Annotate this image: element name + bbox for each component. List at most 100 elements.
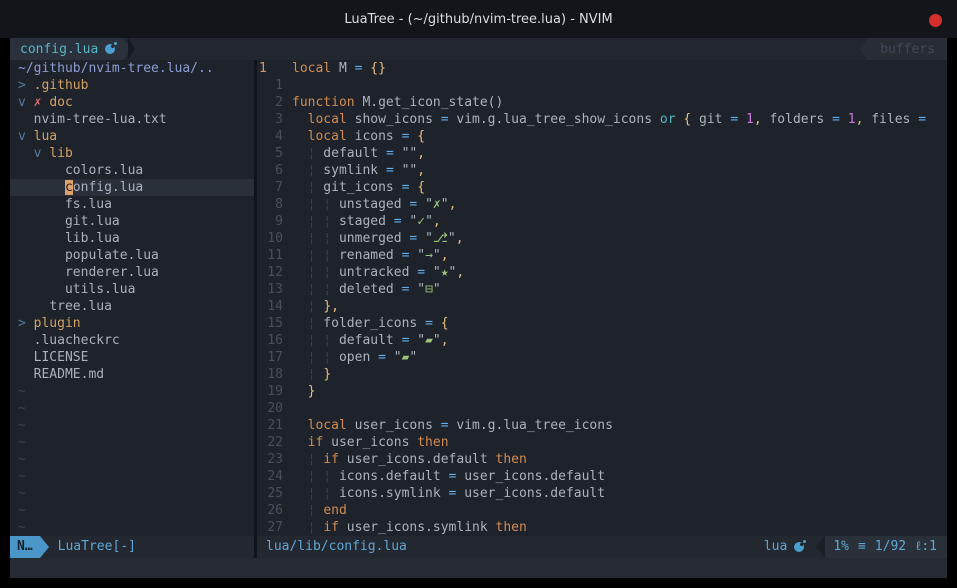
- file-name: LICENSE: [34, 350, 89, 365]
- line-number: 11: [257, 247, 283, 264]
- chevron-right-icon[interactable]: >: [18, 316, 26, 331]
- code-text: ¦ ¦ deleted = "⊟": [292, 281, 441, 298]
- empty-buffer-line: ~: [10, 400, 254, 417]
- tree-root-path[interactable]: ~/github/nvim-tree.lua/..: [10, 60, 254, 77]
- tree-buffer-name: LuaTree[-]: [49, 536, 136, 558]
- statusline: N… LuaTree[-] lua/lib/config.lua lua 1% …: [10, 536, 947, 558]
- tree-item-lib.lua[interactable]: lib.lua: [10, 230, 254, 247]
- tilde-marker: ~: [18, 520, 26, 535]
- lines-icon: ≡: [858, 536, 866, 558]
- tree-item-populate.lua[interactable]: populate.lua: [10, 247, 254, 264]
- code-text: local M = {}: [292, 60, 386, 77]
- code-text: ¦ ¦ untracked = "★",: [292, 264, 464, 281]
- code-line[interactable]: 25 ¦ ¦ icons.symlink = user_icons.defaul…: [257, 485, 947, 502]
- code-text: function M.get_icon_state(): [292, 94, 503, 111]
- chevron-right-icon[interactable]: >: [18, 78, 26, 93]
- code-line[interactable]: 18 ¦ }: [257, 366, 947, 383]
- line-number: 15: [257, 315, 283, 332]
- code-line[interactable]: 13 ¦ ¦ deleted = "⊟": [257, 281, 947, 298]
- command-line[interactable]: [10, 558, 947, 578]
- code-line[interactable]: 16 ¦ ¦ default = "▰",: [257, 332, 947, 349]
- empty-buffer-line: ~: [10, 417, 254, 434]
- tree-item-renderer.lua[interactable]: renderer.lua: [10, 264, 254, 281]
- tree-item-lib[interactable]: v lib: [10, 145, 254, 162]
- code-line[interactable]: 6 ¦ symlink = "",: [257, 162, 947, 179]
- tree-item-LICENSE[interactable]: LICENSE: [10, 349, 254, 366]
- chevron-down-icon[interactable]: v: [18, 129, 26, 144]
- line-number: 14: [257, 298, 283, 315]
- code-line[interactable]: 23 ¦ if user_icons.default then: [257, 451, 947, 468]
- folder-name: doc: [49, 95, 72, 110]
- tree-item-nvim-tree-lua.txt[interactable]: nvim-tree-lua.txt: [10, 111, 254, 128]
- code-line[interactable]: 9 ¦ ¦ staged = "✓",: [257, 213, 947, 230]
- code-line[interactable]: 4 local icons = {: [257, 128, 947, 145]
- code-line[interactable]: 21 local user_icons = vim.g.lua_tree_ico…: [257, 417, 947, 434]
- tilde-marker: ~: [18, 486, 26, 501]
- tree-item-plugin[interactable]: > plugin: [10, 315, 254, 332]
- code-text: if user_icons then: [292, 434, 449, 451]
- tree-item-utils.lua[interactable]: utils.lua: [10, 281, 254, 298]
- empty-buffer-line: ~: [10, 434, 254, 451]
- line-number: 1: [257, 77, 283, 94]
- cursor: c: [65, 180, 73, 195]
- code-line[interactable]: 12 ¦ ¦ untracked = "★",: [257, 264, 947, 281]
- file-name: onfig.lua: [73, 180, 143, 195]
- close-window-button[interactable]: [929, 14, 942, 27]
- tree-item-colors.lua[interactable]: colors.lua: [10, 162, 254, 179]
- code-line[interactable]: 5 ¦ default = "",: [257, 145, 947, 162]
- code-line[interactable]: 20: [257, 400, 947, 417]
- code-line[interactable]: 8 ¦ ¦ unstaged = "✗",: [257, 196, 947, 213]
- tree-item-git.lua[interactable]: git.lua: [10, 213, 254, 230]
- folder-name: lib: [49, 146, 72, 161]
- code-editor-panel: 1local M = {}12function M.get_icon_state…: [257, 60, 947, 536]
- tree-item-config.lua[interactable]: config.lua: [10, 179, 254, 196]
- buffers-section[interactable]: buffers: [859, 38, 947, 60]
- code-text: ¦ ¦ icons.symlink = user_icons.default: [292, 485, 605, 502]
- code-line[interactable]: 17 ¦ ¦ open = "▰": [257, 349, 947, 366]
- code-line[interactable]: 15 ¦ folder_icons = {: [257, 315, 947, 332]
- code-line[interactable]: 27 ¦ if user_icons.symlink then: [257, 519, 947, 536]
- tree-item-doc[interactable]: v ✗ doc: [10, 94, 254, 111]
- code-text: ¦ end: [292, 502, 347, 519]
- code-line[interactable]: 11 ¦ ¦ renamed = "→",: [257, 247, 947, 264]
- tree-item-.luacheckrc[interactable]: .luacheckrc: [10, 332, 254, 349]
- code-line[interactable]: 3 local show_icons = vim.g.lua_tree_show…: [257, 111, 947, 128]
- code-line[interactable]: 19 }: [257, 383, 947, 400]
- buffers-label: buffers: [868, 38, 947, 60]
- folder-name: .github: [34, 78, 89, 93]
- line-number: 22: [257, 434, 283, 451]
- file-name: .luacheckrc: [34, 333, 120, 348]
- code-text: ¦ symlink = "",: [292, 162, 425, 179]
- code-line[interactable]: 14 ¦ },: [257, 298, 947, 315]
- code-line[interactable]: 10 ¦ ¦ unmerged = "⎇",: [257, 230, 947, 247]
- file-name: fs.lua: [65, 197, 112, 212]
- code-line[interactable]: 1: [257, 77, 947, 94]
- tree-item-fs.lua[interactable]: fs.lua: [10, 196, 254, 213]
- scroll-percent: 1%: [833, 536, 849, 558]
- code-line[interactable]: 24 ¦ ¦ icons.default = user_icons.defaul…: [257, 468, 947, 485]
- line-number: 4: [257, 128, 283, 145]
- tree-item-.github[interactable]: > .github: [10, 77, 254, 94]
- tilde-marker: ~: [18, 418, 26, 433]
- line-number: 1: [257, 60, 283, 77]
- folder-name: lua: [34, 129, 57, 144]
- chevron-down-icon[interactable]: v: [18, 95, 26, 110]
- file-name: populate.lua: [65, 248, 159, 263]
- tab-config-lua[interactable]: config.lua: [10, 38, 123, 60]
- code-text: ¦ },: [292, 298, 339, 315]
- code-text: ¦ if user_icons.default then: [292, 451, 527, 468]
- line-number: 5: [257, 145, 283, 162]
- code-text: local show_icons = vim.g.lua_tree_show_i…: [292, 111, 934, 128]
- tree-item-README.md[interactable]: README.md: [10, 366, 254, 383]
- code-line[interactable]: 22 if user_icons then: [257, 434, 947, 451]
- stats-separator-icon: [816, 536, 825, 558]
- file-name: renderer.lua: [65, 265, 159, 280]
- code-line[interactable]: 7 ¦ git_icons = {: [257, 179, 947, 196]
- tree-item-tree.lua[interactable]: tree.lua: [10, 298, 254, 315]
- code-line[interactable]: 2function M.get_icon_state(): [257, 94, 947, 111]
- code-line[interactable]: 1 local M = {}: [257, 60, 947, 77]
- tilde-marker: ~: [18, 469, 26, 484]
- tree-item-lua[interactable]: v lua: [10, 128, 254, 145]
- code-line[interactable]: 26 ¦ end: [257, 502, 947, 519]
- code-text: }: [292, 383, 315, 400]
